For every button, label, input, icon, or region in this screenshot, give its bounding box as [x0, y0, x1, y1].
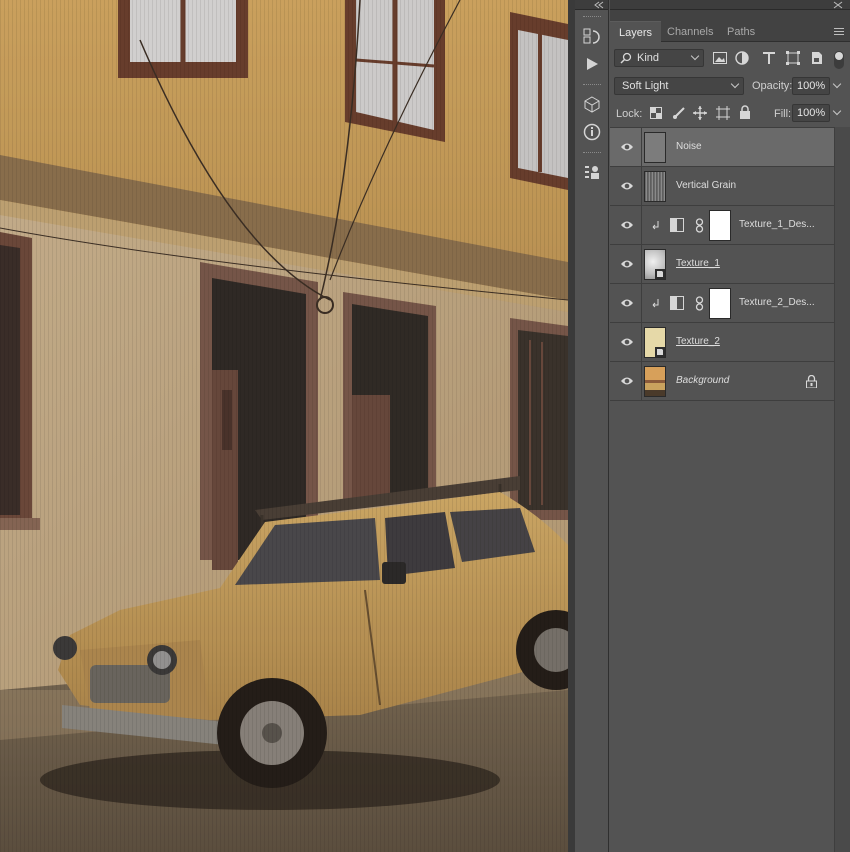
layer-row-noise[interactable]: Noise: [610, 128, 834, 167]
opacity-field[interactable]: 100%: [792, 77, 830, 95]
layer-name[interactable]: Texture_1_Des...: [739, 219, 815, 230]
blend-mode-value: Soft Light: [622, 80, 669, 92]
lock-label: Lock:: [616, 108, 643, 120]
column-divider: [641, 284, 642, 323]
layer-thumbnail[interactable]: [644, 249, 666, 280]
visibility-eye-icon[interactable]: [620, 297, 634, 309]
layer-name[interactable]: Texture_2: [676, 336, 720, 347]
link-chain-icon[interactable]: [695, 218, 704, 233]
blend-mode-dropdown[interactable]: Soft Light: [614, 77, 744, 95]
filter-adjustment-icon[interactable]: [734, 50, 750, 66]
layer-mask-thumbnail[interactable]: [709, 210, 731, 241]
document-canvas[interactable]: [0, 0, 568, 852]
layer-row-texture-1[interactable]: Texture_1: [610, 245, 834, 284]
visibility-eye-icon[interactable]: [620, 258, 634, 270]
panel-dock-strip: [575, 0, 609, 852]
properties-icon[interactable]: [579, 160, 605, 184]
layer-thumbnail[interactable]: [644, 327, 666, 358]
layer-row-texture-2[interactable]: Texture_2: [610, 323, 834, 362]
layer-filter-dropdown[interactable]: Kind: [614, 49, 704, 67]
fill-field[interactable]: 100%: [792, 104, 830, 122]
column-divider: [641, 323, 642, 362]
layer-row-texture-1-desaturate[interactable]: Texture_1_Des...: [610, 206, 834, 245]
filter-kind-label: Kind: [637, 52, 660, 64]
column-divider: [641, 206, 642, 245]
tab-channels[interactable]: Channels: [658, 22, 722, 42]
tab-layers[interactable]: Layers: [610, 21, 662, 43]
panel-divider[interactable]: [568, 0, 575, 852]
column-divider: [641, 167, 642, 206]
layer-row-texture-2-desaturate[interactable]: Texture_2_Des...: [610, 284, 834, 323]
3d-cube-icon[interactable]: [579, 92, 605, 116]
close-panel-icon[interactable]: [832, 1, 844, 9]
layer-row-vertical-grain[interactable]: Vertical Grain: [610, 167, 834, 206]
lock-image-pixels-icon[interactable]: [672, 106, 686, 120]
clipping-arrow-icon: [652, 299, 659, 308]
column-divider: [641, 362, 642, 401]
clipping-arrow-icon: [652, 221, 659, 230]
panel-menu-icon[interactable]: [834, 28, 844, 37]
layer-thumbnail[interactable]: [644, 171, 666, 202]
fill-label: Fill:: [774, 108, 792, 120]
layer-thumbnail[interactable]: [644, 132, 666, 163]
column-divider: [641, 245, 642, 284]
layer-mask-thumbnail[interactable]: [709, 288, 731, 319]
play-actions-icon[interactable]: [579, 52, 605, 76]
lock-artboard-icon[interactable]: [716, 106, 730, 120]
layers-scrollbar[interactable]: [834, 127, 850, 852]
visibility-eye-icon[interactable]: [620, 375, 634, 387]
tab-paths[interactable]: Paths: [718, 22, 764, 42]
chevron-down-icon: [730, 79, 740, 89]
lock-transparent-pixels-icon[interactable]: [650, 107, 662, 119]
history-icon[interactable]: [579, 24, 605, 48]
dock-collapse-bar[interactable]: [575, 0, 608, 10]
layer-row-background[interactable]: Background: [610, 362, 834, 401]
filter-shape-icon[interactable]: [785, 50, 801, 66]
dock-grip[interactable]: [583, 84, 601, 86]
filter-pixel-icon[interactable]: [712, 50, 728, 66]
opacity-label: Opacity:: [752, 80, 793, 92]
filter-smart-object-icon[interactable]: [809, 50, 825, 66]
visibility-eye-icon[interactable]: [620, 336, 634, 348]
lock-all-icon[interactable]: [739, 105, 751, 119]
layer-thumbnail[interactable]: [644, 366, 666, 397]
collapse-arrows-icon[interactable]: [593, 1, 605, 9]
search-icon: [620, 52, 632, 64]
dock-grip[interactable]: [583, 16, 601, 18]
layer-name[interactable]: Texture_2_Des...: [739, 297, 815, 308]
opacity-chevron-icon[interactable]: [831, 77, 845, 95]
link-chain-icon[interactable]: [695, 296, 704, 311]
fill-chevron-icon[interactable]: [831, 104, 845, 122]
layer-name[interactable]: Background: [676, 375, 729, 386]
street-photo: [0, 0, 568, 852]
lock-position-icon[interactable]: [693, 106, 707, 120]
layer-name[interactable]: Texture_1: [676, 258, 720, 269]
panel-tabs: Layers Channels Paths: [610, 10, 850, 43]
lock-icon[interactable]: [806, 375, 817, 388]
layer-name[interactable]: Noise: [676, 141, 702, 152]
filter-type-icon[interactable]: [761, 50, 777, 66]
smart-object-badge-icon: [655, 269, 665, 279]
adjustment-layer-icon[interactable]: [670, 218, 684, 232]
filter-toggle[interactable]: [834, 51, 844, 69]
layers-list: Noise Vertical Grain Texture_1_Des... Te…: [610, 127, 834, 401]
layer-name[interactable]: Vertical Grain: [676, 180, 736, 191]
chevron-down-icon: [690, 51, 700, 61]
layers-panel: Layers Channels Paths Kind Soft Light Op…: [610, 0, 850, 852]
panel-collapse-bar[interactable]: [610, 0, 850, 10]
adjustment-layer-icon[interactable]: [670, 296, 684, 310]
visibility-eye-icon[interactable]: [620, 141, 634, 153]
visibility-eye-icon[interactable]: [620, 180, 634, 192]
smart-object-badge-icon: [655, 347, 665, 357]
column-divider: [641, 128, 642, 167]
visibility-eye-icon[interactable]: [620, 219, 634, 231]
dock-grip[interactable]: [583, 152, 601, 154]
info-icon[interactable]: [579, 120, 605, 144]
